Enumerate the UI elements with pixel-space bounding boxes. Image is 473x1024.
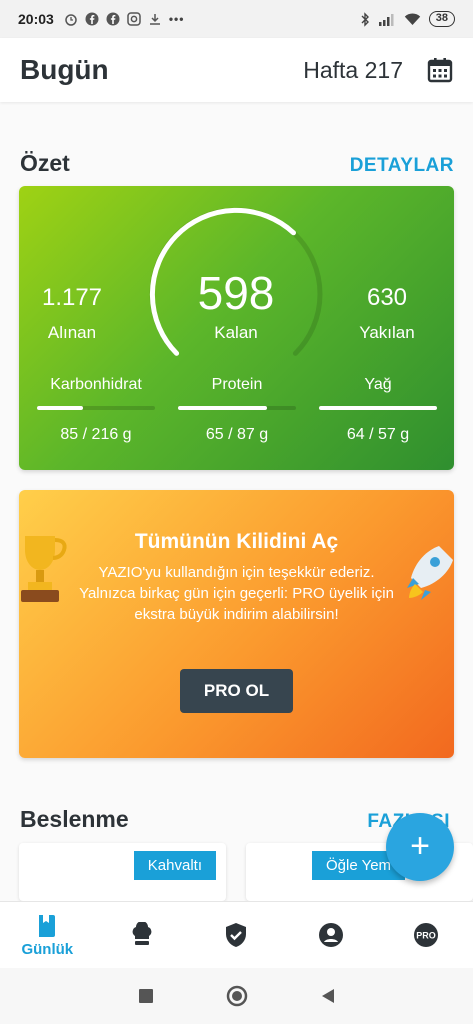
chef-hat-icon: [132, 922, 152, 945]
page-title: Bugün: [20, 54, 109, 85]
alarm-icon: [65, 14, 77, 26]
macro-bar: [37, 406, 155, 410]
promo-card: Tümünün Kilidini Aç YAZIO'yu kullandığın…: [19, 490, 454, 758]
nav-recipes[interactable]: [95, 902, 190, 968]
macro-carbs: Karbonhidrat 85 / 216 g: [37, 376, 155, 444]
nav-fasting[interactable]: [189, 902, 284, 968]
nav-diary[interactable]: Günlük: [0, 902, 95, 968]
macro-bar: [319, 406, 437, 410]
macro-fill: [37, 406, 84, 410]
macro-protein: Protein 65 / 87 g: [178, 376, 296, 444]
wifi-icon: [404, 12, 420, 25]
week-label[interactable]: Hafta 217: [303, 57, 403, 84]
details-link[interactable]: DETAYLAR: [350, 155, 454, 177]
macro-value: 85 / 216 g: [60, 426, 132, 443]
burned-label: Yakılan: [359, 323, 415, 342]
download-icon: [149, 14, 160, 25]
nav-diary-label: Günlük: [21, 940, 74, 958]
meal-tag: Kahvaltı: [133, 851, 216, 880]
trophy-icon: [21, 536, 67, 602]
home-icon[interactable]: [226, 985, 248, 1007]
macro-name: Protein: [211, 376, 263, 393]
battery-icon: 38: [428, 11, 455, 27]
profile-icon: [319, 923, 344, 947]
nutrition-title: Beslenme: [20, 806, 129, 832]
facebook-icon: [85, 12, 99, 26]
macro-value: 65 / 87 g: [205, 426, 269, 443]
shield-check-icon: [226, 923, 247, 947]
back-icon[interactable]: [320, 988, 336, 1004]
summary-title: Özet: [20, 150, 70, 176]
bottom-nav: Günlük PRO: [0, 901, 473, 968]
promo-title: Tümünün Kilidini Aç: [134, 530, 339, 553]
status-time: 20:03: [18, 11, 54, 27]
macro-name: Karbonhidrat: [50, 376, 142, 393]
remaining-value: 598: [197, 267, 275, 319]
nav-profile[interactable]: [284, 902, 379, 968]
meal-card-breakfast[interactable]: Kahvaltı: [19, 843, 226, 901]
recents-icon[interactable]: [138, 988, 154, 1004]
status-right: 38: [360, 11, 455, 27]
calendar-icon[interactable]: [427, 57, 453, 83]
burned-value: 630: [366, 284, 408, 311]
rocket-icon: [407, 546, 453, 600]
more-icon: •••: [168, 12, 185, 26]
eaten-label: Alınan: [47, 323, 97, 342]
system-nav: [0, 968, 473, 1024]
pro-icon-text: PRO: [416, 931, 436, 941]
macro-bar: [178, 406, 296, 410]
nutrition-header: Beslenme FAZLASI: [20, 806, 454, 833]
add-button[interactable]: +: [386, 813, 454, 881]
pro-icon: PRO: [413, 923, 438, 947]
summary-header: Özet DETAYLAR: [20, 150, 454, 177]
diary-icon: [39, 914, 56, 937]
macro-name: Yağ: [364, 376, 392, 393]
promo-text: YAZIO'yu kullandığın için teşekkür ederi…: [79, 564, 394, 623]
pro-button[interactable]: PRO OL: [180, 669, 293, 713]
signal-icon: [378, 13, 394, 26]
eaten-value: 1.177: [41, 284, 103, 311]
macro-fill: [178, 406, 267, 410]
instagram-icon: [127, 12, 141, 26]
bluetooth-icon: [361, 11, 369, 27]
remaining-label: Kalan: [214, 323, 258, 342]
macro-value: 64 / 57 g: [346, 426, 410, 443]
facebook-icon: [106, 12, 120, 26]
macro-fill: [319, 406, 437, 410]
macro-fat: Yağ 64 / 57 g: [319, 376, 437, 444]
app-bar: Bugün Hafta 217: [0, 38, 473, 102]
summary-card[interactable]: 1.177 Alınan 598 Kalan 630 Yakılan Karbo…: [19, 186, 454, 470]
status-icons: •••: [64, 12, 185, 26]
nav-pro[interactable]: PRO: [378, 902, 473, 968]
status-bar: 20:03 ••• 38: [0, 0, 473, 38]
